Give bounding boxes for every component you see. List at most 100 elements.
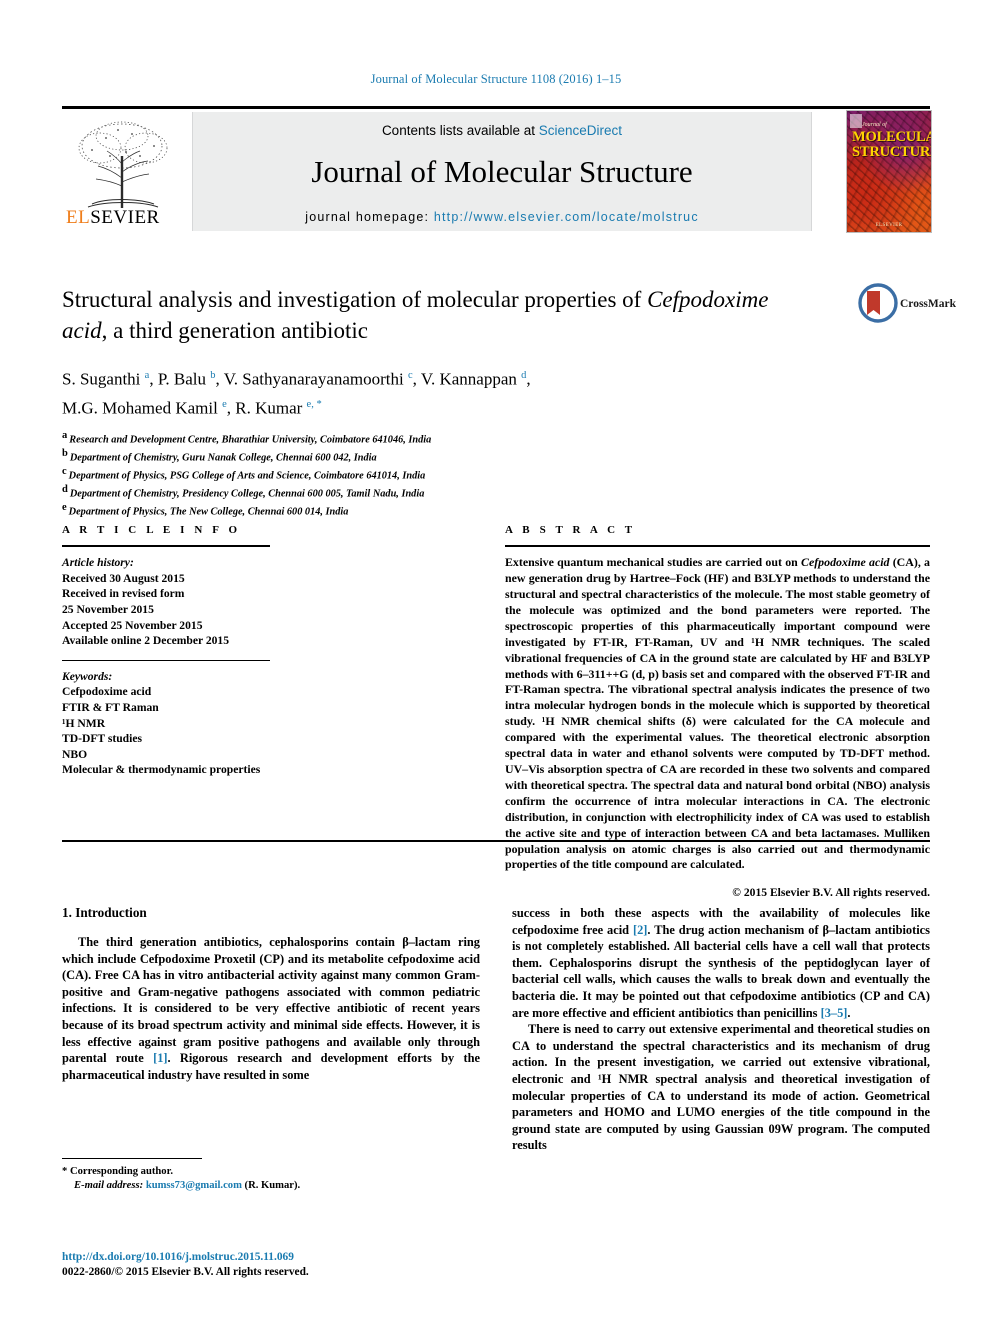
intro-paragraph-right-1: success in both these aspects with the a… xyxy=(512,905,930,1021)
keywords-label: Keywords: xyxy=(62,669,113,683)
paper-page: Journal of Molecular Structure 1108 (201… xyxy=(0,0,992,1323)
cover-title-line2: STRUCTURE xyxy=(852,144,932,160)
abstract-part1: Extensive quantum mechanical studies are… xyxy=(505,555,802,570)
corresponding-author-footnote: * Corresponding author. E-mail address: … xyxy=(62,1158,480,1193)
abstract-body: Extensive quantum mechanical studies are… xyxy=(505,555,930,873)
affiliation-list: a Research and Development Centre, Bharat… xyxy=(62,429,782,519)
journal-title: Journal of Molecular Structure xyxy=(311,154,693,189)
affiliation-text: Department of Physics, PSG College of Ar… xyxy=(68,470,426,482)
elsevier-tree-icon xyxy=(78,121,168,208)
author-affiliation-marker[interactable]: e, * xyxy=(307,399,322,410)
doi-link[interactable]: http://dx.doi.org/10.1016/j.molstruc.201… xyxy=(62,1250,492,1265)
keyword-item: Molecular & thermodynamic properties xyxy=(62,763,261,777)
citation-link-1[interactable]: [1] xyxy=(153,1051,167,1065)
crossmark-badge[interactable]: CrossMark xyxy=(858,283,957,327)
body-column-left: 1. Introduction The third generation ant… xyxy=(62,905,480,1083)
affiliation-item: e Department of Physics, The New College,… xyxy=(62,501,782,519)
cover-journal-word: Journal of xyxy=(862,122,887,128)
cover-elsevier-icon xyxy=(850,114,862,128)
footnote-rule xyxy=(62,1158,202,1160)
title-line1: Structural analysis and investigation of… xyxy=(62,287,642,312)
article-history-item: 25 November 2015 xyxy=(62,602,154,616)
crossmark-icon xyxy=(858,283,898,323)
title-line2-rest: , a third generation antibiotic xyxy=(101,318,368,343)
abstract-rule xyxy=(505,545,930,548)
abstract-copyright: © 2015 Elsevier B.V. All rights reserved… xyxy=(732,886,930,900)
citation-link-2[interactable]: [2] xyxy=(633,923,647,937)
homepage-url-link[interactable]: http://www.elsevier.com/locate/molstruc xyxy=(434,210,699,224)
affiliation-item: a Research and Development Centre, Bharat… xyxy=(62,429,782,447)
article-history-label: Article history: xyxy=(62,556,134,570)
crossmark-label: CrossMark xyxy=(900,298,957,310)
affiliation-item: b Department of Chemistry, Guru Nanak Col… xyxy=(62,447,782,465)
affiliation-marker: d xyxy=(62,484,68,496)
intro-paragraph-left: The third generation antibiotics, cephal… xyxy=(62,934,480,1083)
running-head: Journal of Molecular Structure 1108 (201… xyxy=(370,72,622,86)
journal-homepage-line: journal homepage: http://www.elsevier.co… xyxy=(193,190,811,224)
intro-left-text-a: The third generation antibiotics, cephal… xyxy=(62,935,480,1066)
intro-right-text-b: . The drug action mechanism of β–lactam … xyxy=(512,922,930,1020)
article-info-column: A R T I C L E I N F O Article history: R… xyxy=(62,524,270,778)
section-title-introduction: 1. Introduction xyxy=(62,905,147,920)
affiliation-text: Department of Physics, The New College, … xyxy=(68,506,349,518)
article-history-item: Received 30 August 2015 xyxy=(62,571,185,585)
keywords-divider xyxy=(62,659,270,661)
keyword-item: Cefpodoxime acid xyxy=(62,685,152,699)
article-history-item: Available online 2 December 2015 xyxy=(62,634,230,648)
email-suffix: (R. Kumar). xyxy=(241,1180,301,1192)
article-history-item: Received in revised form xyxy=(62,587,185,601)
affiliation-marker: c xyxy=(62,466,67,478)
intro-paragraph-right-2: There is need to carry out extensive exp… xyxy=(512,1022,930,1153)
corresponding-author-line: * Corresponding author. xyxy=(62,1166,173,1178)
article-info-rule xyxy=(62,545,270,548)
abstract-italic-term: Cefpodoxime acid xyxy=(801,555,890,570)
author-name: , P. Balu xyxy=(149,369,211,389)
contents-lists-line: Contents lists available at ScienceDirec… xyxy=(193,112,811,138)
masthead-top-rule xyxy=(62,106,930,109)
abstract-heading: A B S T R A C T xyxy=(505,524,636,536)
author-name: , V. Sathyanarayanamoorthi xyxy=(215,369,408,389)
body-column-right: success in both these aspects with the a… xyxy=(512,905,930,1154)
affiliation-marker: e xyxy=(62,502,67,514)
abstract-column: A B S T R A C T Extensive quantum mechan… xyxy=(505,524,930,899)
masthead-banner: Contents lists available at ScienceDirec… xyxy=(192,112,812,231)
author-list: S. Suganthi a, P. Balu b, V. Sathyanaray… xyxy=(62,363,782,420)
cover-footer-logo: ELSEVIER xyxy=(875,223,903,228)
sciencedirect-link[interactable]: ScienceDirect xyxy=(539,123,622,138)
author-name: S. Suganthi xyxy=(62,369,145,389)
journal-cover-thumbnail[interactable]: Journal of MOLECULAR STRUCTURE ELSEVIER xyxy=(846,110,932,233)
email-label: E-mail address: xyxy=(74,1180,146,1192)
author-name: M.G. Mohamed Kamil xyxy=(62,398,223,418)
intro-right-text-c: . xyxy=(847,1005,851,1020)
doi-block: http://dx.doi.org/10.1016/j.molstruc.201… xyxy=(62,1250,492,1280)
author-line-2: M.G. Mohamed Kamil e, R. Kumar e, * xyxy=(62,392,782,421)
elsevier-logo: ELSEVIER xyxy=(62,112,184,230)
author-name: , R. Kumar xyxy=(226,398,307,418)
abstract-part2: (CA), a new generation drug by Hartree–F… xyxy=(505,555,930,872)
keyword-item: ¹H NMR xyxy=(62,716,106,730)
keyword-item: NBO xyxy=(62,747,88,761)
issn-copyright-line: 0022-2860/© 2015 Elsevier B.V. All right… xyxy=(62,1266,309,1278)
section-divider-rule xyxy=(62,840,930,842)
journal-masthead: ELSEVIER Contents lists available at Sci… xyxy=(62,106,932,233)
title-block: Structural analysis and investigation of… xyxy=(62,284,782,519)
article-history-item: Accepted 25 November 2015 xyxy=(62,618,203,632)
elsevier-wordmark: ELSEVIER xyxy=(66,207,160,228)
author-line-comma: , xyxy=(526,369,531,389)
affiliation-marker: b xyxy=(62,448,68,460)
email-line: E-mail address: kumss73@gmail.com (R. Ku… xyxy=(62,1179,480,1193)
keyword-item: TD-DFT studies xyxy=(62,732,142,746)
email-link[interactable]: kumss73@gmail.com xyxy=(146,1180,242,1191)
affiliation-item: d Department of Chemistry, Presidency Col… xyxy=(62,483,782,501)
citation-link-3-5[interactable]: [3–5] xyxy=(821,1006,848,1020)
affiliation-text: Research and Development Centre, Bharath… xyxy=(69,434,432,446)
affiliation-item: c Department of Physics, PSG College of A… xyxy=(62,465,782,483)
affiliation-text: Department of Chemistry, Guru Nanak Coll… xyxy=(69,452,377,464)
author-line-1: S. Suganthi a, P. Balu b, V. Sathyanaray… xyxy=(62,363,782,392)
homepage-label: journal homepage: xyxy=(305,210,434,224)
author-name: , V. Kannappan xyxy=(412,369,522,389)
keyword-item: FTIR & FT Raman xyxy=(62,701,159,715)
affiliation-text: Department of Chemistry, Presidency Coll… xyxy=(69,488,425,500)
article-info-heading: A R T I C L E I N F O xyxy=(62,524,241,536)
contents-prefix: Contents lists available at xyxy=(381,123,539,138)
